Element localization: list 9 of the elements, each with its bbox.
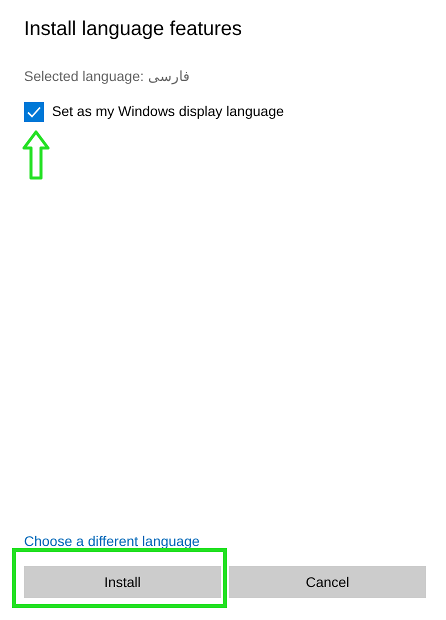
selected-language-label: Selected language: — [24, 67, 144, 86]
checkbox[interactable] — [24, 102, 44, 122]
checkbox-label: Set as my Windows display language — [52, 102, 284, 121]
choose-language-link[interactable]: Choose a different language — [24, 531, 200, 552]
dialog-title: Install language features — [24, 17, 243, 42]
arrow-up-icon — [22, 130, 50, 180]
selected-language-value: فارسی — [148, 67, 190, 86]
dialog-button[interactable]: Install — [24, 566, 221, 598]
dialog-button[interactable]: Cancel — [229, 566, 426, 598]
